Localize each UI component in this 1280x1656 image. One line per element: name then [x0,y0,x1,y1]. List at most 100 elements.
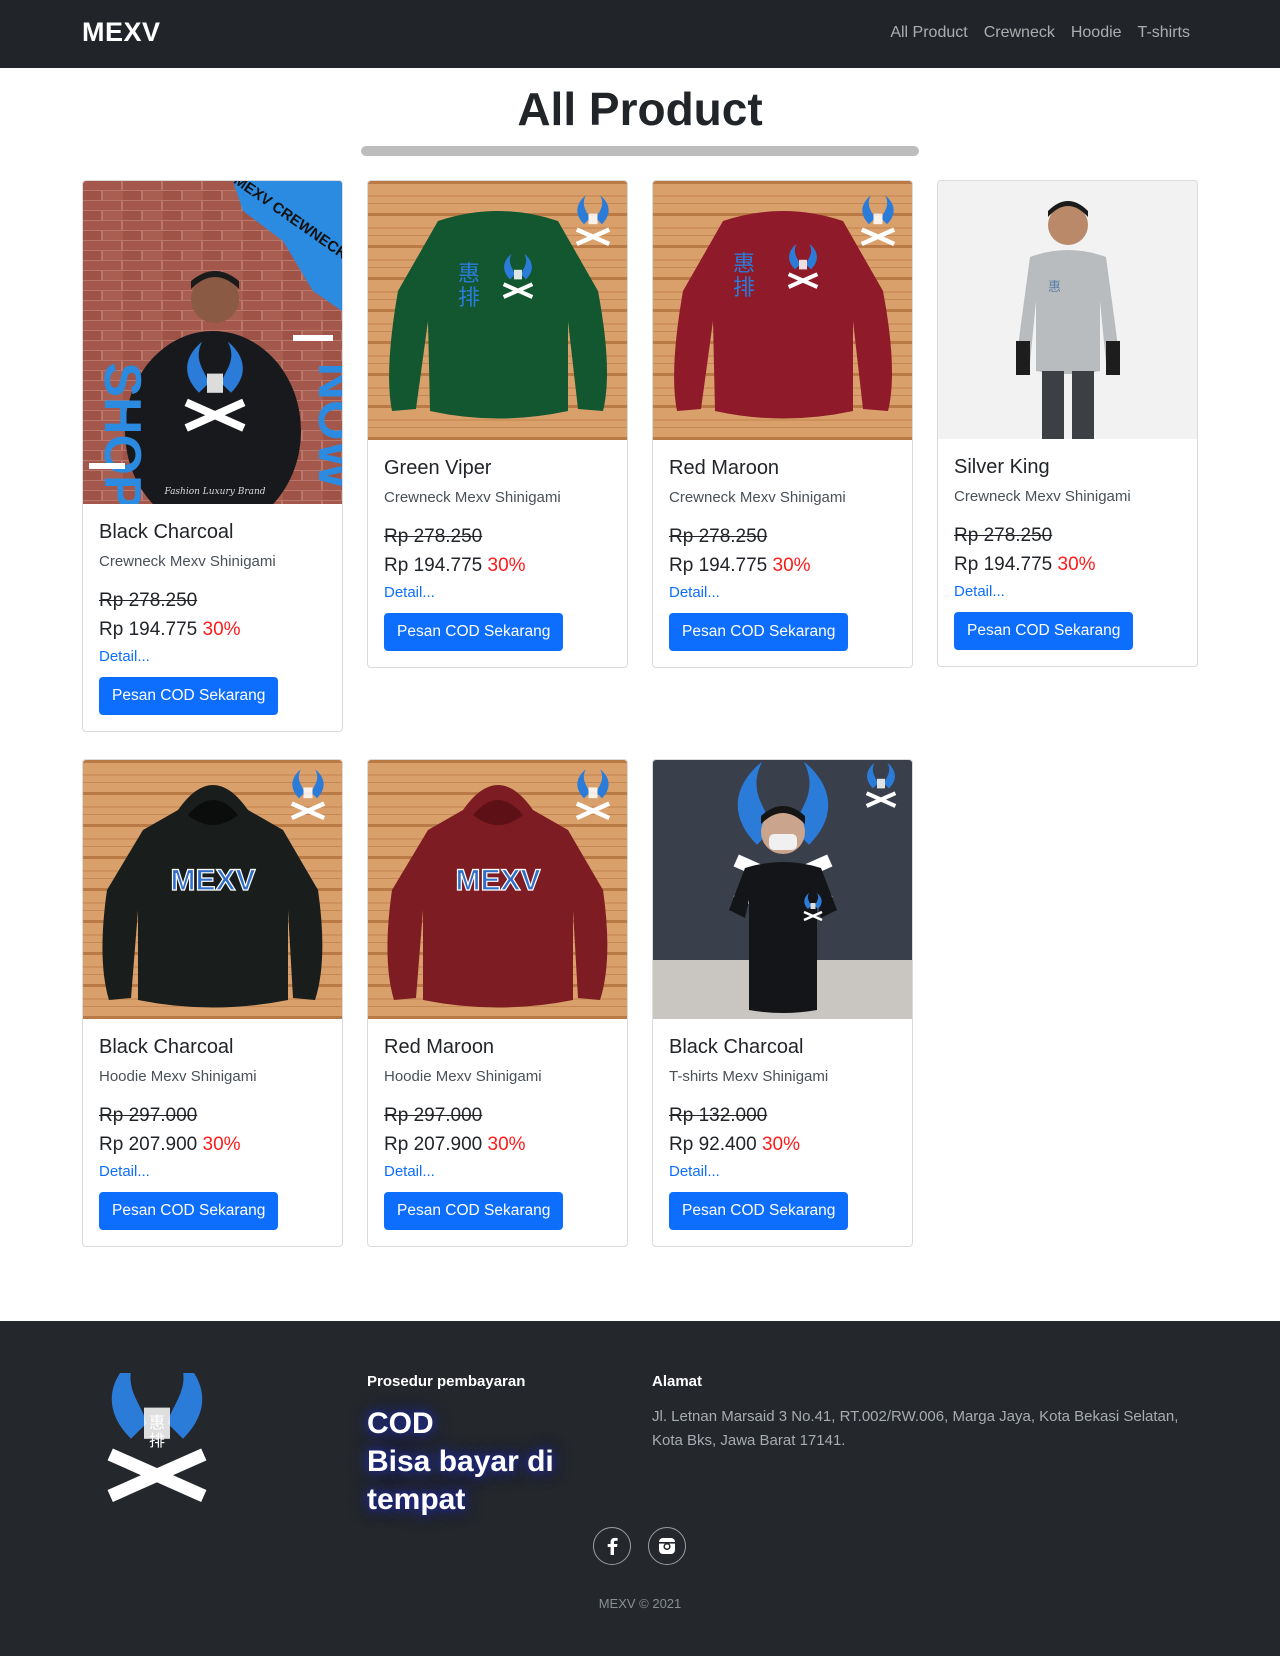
svg-text:惠: 惠 [1048,280,1061,295]
order-cod-button[interactable]: Pesan COD Sekarang [99,1192,279,1230]
product-discount: 30% [487,1134,526,1155]
payment-method: COD [367,1407,434,1440]
nav-link-hoodie[interactable]: Hoodie [1071,24,1122,42]
product-card: Black Charcoal T-shirts Mexv Shinigami R… [652,759,913,1247]
svg-text:排: 排 [733,276,755,301]
product-category: Crewneck Mexv Shinigami [954,488,1131,505]
product-image: 惠 排 [653,181,912,440]
product-detail-link[interactable]: Detail... [99,1160,150,1184]
brand-logo[interactable]: MEXV [82,17,161,48]
nav-links: All Product Crewneck Hoodie T-shirts [890,24,1190,42]
order-cod-button[interactable]: Pesan COD Sekarang [384,1192,564,1230]
product-price-line: Rp 207.900 30% [384,1130,611,1160]
facebook-icon[interactable] [593,1527,631,1565]
instagram-icon[interactable] [648,1527,686,1565]
product-price-line: Rp 194.775 30% [954,550,1181,580]
product-category: T-shirts Mexv Shinigami [669,1068,829,1085]
product-old-price: Rp 278.250 [954,525,1053,546]
order-cod-button[interactable]: Pesan COD Sekarang [669,1192,849,1230]
product-old-price: Rp 297.000 [384,1105,483,1126]
product-card: MEXV CREWNECK SHOP NOW Fashion Luxury Br… [82,180,343,732]
product-category: Crewneck Mexv Shinigami [384,489,561,506]
address-text: Jl. Letnan Marsaid 3 No.41, RT.002/RW.00… [652,1408,1179,1449]
product-image: MEXV [368,760,627,1019]
product-name: Black Charcoal [99,521,234,543]
product-card: 惠 排 Green Viper Crewneck Mexv Shinigami … [367,180,628,668]
hoodie-print: MEXV [455,864,540,897]
product-price-line: Rp 92.400 30% [669,1130,896,1160]
svg-text:惠: 惠 [149,1413,165,1432]
nav-link-all-product[interactable]: All Product [890,24,967,42]
product-old-price: Rp 278.250 [384,526,483,547]
product-price: Rp 92.400 [669,1134,757,1155]
product-detail-link[interactable]: Detail... [384,1160,435,1184]
product-name: Silver King [954,456,1050,478]
footer-logo-icon: 惠 排 [92,1373,222,1508]
product-image: MEXV CREWNECK SHOP NOW Fashion Luxury Br… [83,181,342,504]
product-image: 惠 [938,181,1197,439]
product-category: Hoodie Mexv Shinigami [384,1068,542,1085]
page-title: All Product [517,83,763,135]
product-card: MEXV Red Maroon Hoodie Mexv Shinigami Rp… [367,759,628,1247]
promo-right-text: NOW [307,362,342,490]
product-price-line: Rp 207.900 30% [99,1130,326,1160]
product-card: MEXV Black Charcoal Hoodie Mexv Shinigam… [82,759,343,1247]
product-name: Black Charcoal [669,1036,804,1058]
product-old-price: Rp 278.250 [99,590,198,611]
product-price-line: Rp 194.775 30% [669,551,896,581]
product-name: Black Charcoal [99,1036,234,1058]
nav-link-tshirts[interactable]: T-shirts [1138,24,1190,42]
product-detail-link[interactable]: Detail... [669,1160,720,1184]
product-name: Red Maroon [669,457,780,479]
product-price: Rp 194.775 [669,555,768,576]
product-card: 惠 Silver King Crewneck Mexv Shinigami Rp… [937,180,1198,667]
nav-link-crewneck[interactable]: Crewneck [984,24,1055,42]
hoodie-print: MEXV [170,864,255,897]
product-price-line: Rp 194.775 30% [384,551,611,581]
navbar: MEXV All Product Crewneck Hoodie T-shirt… [0,0,1280,68]
product-detail-link[interactable]: Detail... [954,580,1005,604]
copyright: MEXV © 2021 [598,1596,682,1611]
svg-text:惠: 惠 [458,262,480,287]
order-cod-button[interactable]: Pesan COD Sekarang [384,613,564,651]
product-discount: 30% [202,1134,241,1155]
product-price: Rp 194.775 [99,619,198,640]
product-price: Rp 207.900 [384,1134,483,1155]
product-old-price: Rp 278.250 [669,526,768,547]
product-detail-link[interactable]: Detail... [384,581,435,605]
product-discount: 30% [1057,554,1096,575]
product-image [653,760,912,1019]
product-category: Hoodie Mexv Shinigami [99,1068,257,1085]
product-category: Crewneck Mexv Shinigami [669,489,846,506]
title-divider [361,146,919,156]
product-price: Rp 194.775 [954,554,1053,575]
svg-text:排: 排 [458,286,480,311]
order-cod-button[interactable]: Pesan COD Sekarang [954,612,1134,650]
address-heading: Alamat [652,1373,703,1390]
product-name: Green Viper [384,457,492,479]
product-discount: 30% [487,555,526,576]
svg-text:惠: 惠 [733,252,755,277]
product-discount: 30% [772,555,811,576]
svg-text:排: 排 [149,1431,165,1450]
product-detail-link[interactable]: Detail... [99,645,150,669]
product-image: 惠 排 [368,181,627,440]
product-old-price: Rp 132.000 [669,1105,768,1126]
promo-left-text: SHOP [93,362,151,504]
product-name: Red Maroon [384,1036,495,1058]
promo-tagline: Fashion Luxury Brand [163,487,265,497]
product-old-price: Rp 297.000 [99,1105,198,1126]
payment-heading: Prosedur pembayaran [367,1373,526,1390]
product-price: Rp 194.775 [384,555,483,576]
product-price-line: Rp 194.775 30% [99,615,326,645]
footer: 惠 排 Prosedur pembayaran COD Bisa bayar d… [0,1321,1280,1656]
order-cod-button[interactable]: Pesan COD Sekarang [669,613,849,651]
payment-text: COD Bisa bayar di tempat [367,1405,597,1519]
product-category: Crewneck Mexv Shinigami [99,553,276,570]
product-image: MEXV [83,760,342,1019]
product-detail-link[interactable]: Detail... [669,581,720,605]
product-price: Rp 207.900 [99,1134,198,1155]
product-card: 惠 排 Red Maroon Crewneck Mexv Shinigami R… [652,180,913,668]
order-cod-button[interactable]: Pesan COD Sekarang [99,677,279,715]
payment-description: Bisa bayar di tempat [367,1445,554,1516]
